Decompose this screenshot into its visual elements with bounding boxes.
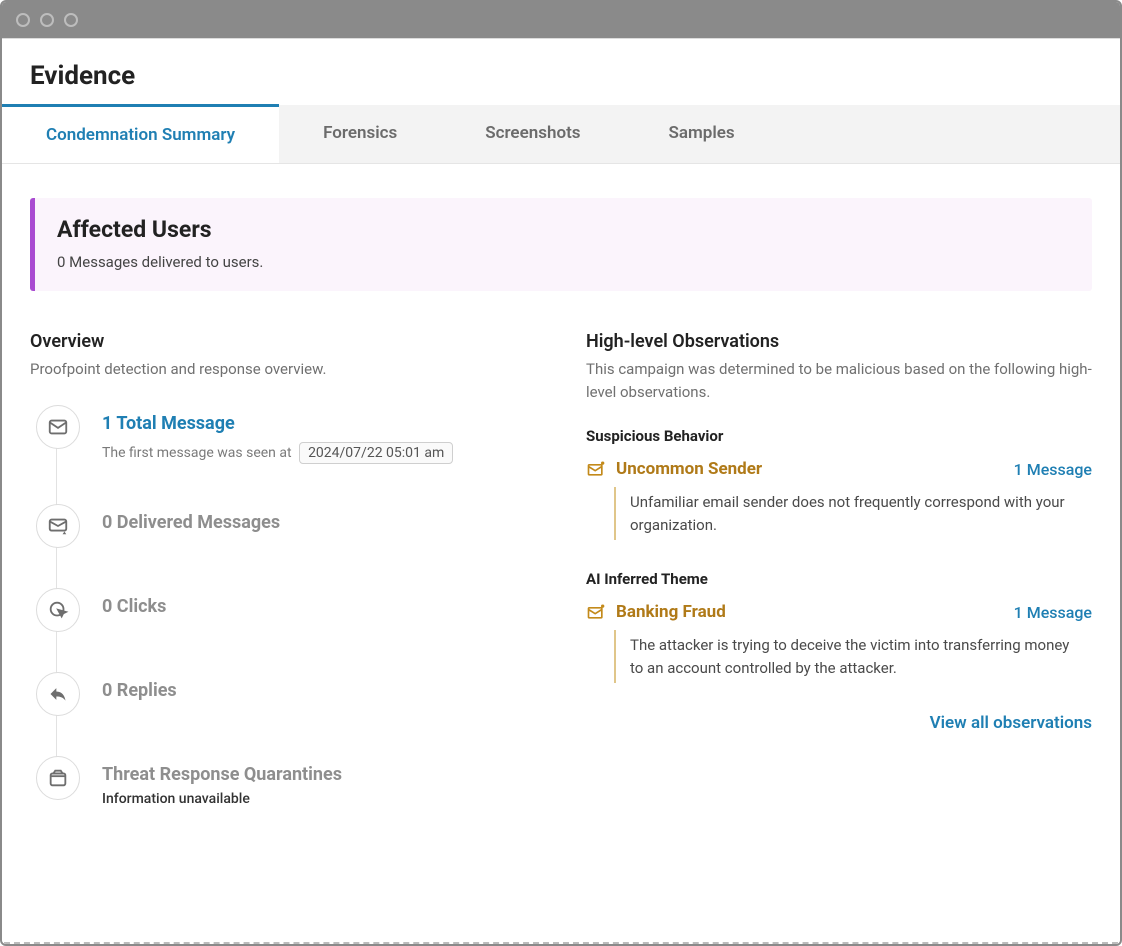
page-title: Evidence <box>2 39 1120 105</box>
timeline-item-quarantine: Threat Response Quarantines Information … <box>36 756 536 807</box>
affected-users-title: Affected Users <box>57 216 1070 243</box>
clicks-label: 0 Clicks <box>102 596 536 617</box>
timeline-item-delivered: 0 Delivered Messages <box>36 504 536 548</box>
overview-section: Overview Proofpoint detection and respon… <box>30 331 536 817</box>
delivered-messages-label: 0 Delivered Messages <box>102 512 536 533</box>
alert-mail-icon <box>586 459 606 479</box>
observation-count[interactable]: 1 Message <box>1014 603 1092 622</box>
window-titlebar <box>2 2 1120 38</box>
envelope-icon <box>36 405 80 449</box>
observation-description: The attacker is trying to deceive the vi… <box>614 630 1092 683</box>
suspicious-behavior-heading: Suspicious Behavior <box>586 427 1092 445</box>
total-messages-link[interactable]: 1 Total Message <box>102 413 536 434</box>
timeline-item-replies: 0 Replies <box>36 672 536 716</box>
observations-section: High-level Observations This campaign wa… <box>586 331 1092 817</box>
first-seen-timestamp: 2024/07/22 05:01 am <box>299 442 453 464</box>
observation-description: Unfamiliar email sender does not frequen… <box>614 487 1092 540</box>
tab-screenshots[interactable]: Screenshots <box>441 105 624 163</box>
affected-users-subtitle: 0 Messages delivered to users. <box>57 253 1070 271</box>
tab-forensics[interactable]: Forensics <box>279 105 441 163</box>
page-content: Evidence Condemnation Summary Forensics … <box>2 38 1120 944</box>
observation-name[interactable]: Uncommon Sender <box>616 459 1004 479</box>
alert-mail-icon <box>586 602 606 622</box>
window-control-minimize[interactable] <box>40 13 54 27</box>
quarantine-detail: Information unavailable <box>102 791 536 807</box>
affected-users-banner: Affected Users 0 Messages delivered to u… <box>30 198 1092 291</box>
bottom-divider <box>4 942 1118 944</box>
replies-label: 0 Replies <box>102 680 536 701</box>
reply-icon <box>36 672 80 716</box>
ai-theme-heading: AI Inferred Theme <box>586 570 1092 588</box>
overview-timeline: 1 Total Message The first message was se… <box>30 405 536 807</box>
overview-subtitle: Proofpoint detection and response overvi… <box>30 358 536 381</box>
view-all-observations-link[interactable]: View all observations <box>586 713 1092 733</box>
overview-title: Overview <box>30 331 536 352</box>
click-icon <box>36 588 80 632</box>
timeline-item-total-messages: 1 Total Message The first message was se… <box>36 405 536 464</box>
envelope-alert-icon <box>36 504 80 548</box>
tab-samples[interactable]: Samples <box>625 105 779 163</box>
tab-panel: Affected Users 0 Messages delivered to u… <box>2 164 1120 942</box>
observation-count[interactable]: 1 Message <box>1014 460 1092 479</box>
tab-condemnation-summary[interactable]: Condemnation Summary <box>2 104 279 163</box>
window-control-maximize[interactable] <box>64 13 78 27</box>
quarantine-label: Threat Response Quarantines <box>102 764 536 785</box>
observations-subtitle: This campaign was determined to be malic… <box>586 358 1092 403</box>
observation-name[interactable]: Banking Fraud <box>616 602 1004 622</box>
window-control-close[interactable] <box>16 13 30 27</box>
tab-bar: Condemnation Summary Forensics Screensho… <box>2 105 1120 164</box>
first-seen-label: The first message was seen at <box>102 445 292 461</box>
timeline-item-clicks: 0 Clicks <box>36 588 536 632</box>
quarantine-icon <box>36 756 80 800</box>
first-seen-detail: The first message was seen at 2024/07/22… <box>102 442 536 464</box>
observation-uncommon-sender: Uncommon Sender 1 Message Unfamiliar ema… <box>586 459 1092 540</box>
observations-title: High-level Observations <box>586 331 1092 352</box>
app-window: Evidence Condemnation Summary Forensics … <box>0 0 1122 946</box>
observation-banking-fraud: Banking Fraud 1 Message The attacker is … <box>586 602 1092 683</box>
